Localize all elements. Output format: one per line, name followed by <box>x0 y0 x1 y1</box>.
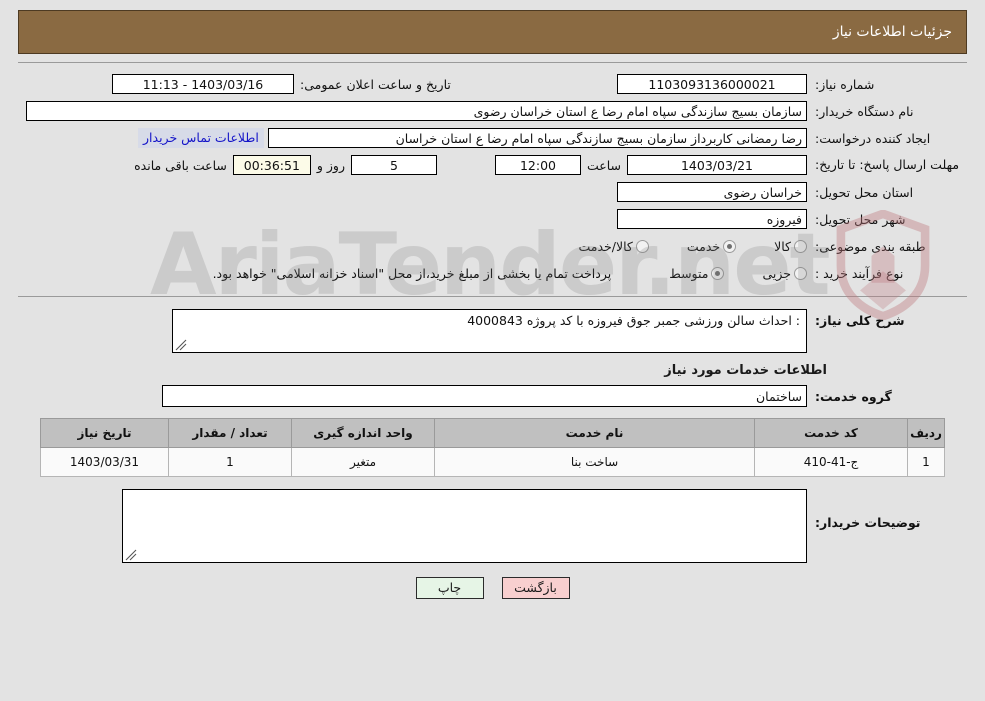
services-table-wrapper: ردیف کد خدمت نام خدمت واحد اندازه گیری ت… <box>40 418 945 477</box>
remaining-time-field[interactable]: 00:36:51 <box>232 155 311 175</box>
services-table: ردیف کد خدمت نام خدمت واحد اندازه گیری ت… <box>40 418 945 477</box>
cell-name: ساخت بنا <box>434 447 755 477</box>
city-field[interactable]: فیروزه <box>617 209 807 229</box>
creator-label: ایجاد کننده درخواست: <box>815 130 931 146</box>
cell-index: 1 <box>907 447 945 477</box>
buyer-notes-label: توضیحات خریدار: <box>815 515 921 530</box>
buyer-org-label: نام دستگاه خریدار: <box>815 103 914 119</box>
col-header-index: ردیف <box>907 418 945 448</box>
row-province: استان محل تحویل: خراسان رضوی <box>18 180 967 204</box>
col-header-date: تاریخ نیاز <box>40 418 169 448</box>
col-header-code: کد خدمت <box>754 418 908 448</box>
row-deadline: مهلت ارسال پاسخ: تا تاریخ: 1403/03/21 سا… <box>18 153 967 177</box>
remaining-days-field[interactable]: 5 <box>350 155 437 175</box>
buyer-notes-textarea[interactable] <box>122 489 807 563</box>
category-option-label: خدمت <box>686 238 721 254</box>
province-label: استان محل تحویل: <box>815 184 914 200</box>
cell-date: 1403/03/31 <box>40 447 169 477</box>
row-general-description: شرح کلی نیاز: : احداث سالن ورزشی جمبر جو… <box>18 309 967 353</box>
row-city: شهر محل تحویل: فیروزه <box>18 207 967 231</box>
row-service-group: گروه خدمت: ساختمان <box>18 384 967 408</box>
row-buyer-notes: توضیحات خریدار: <box>18 489 967 563</box>
buyer-org-field[interactable]: سازمان بسیج سازندگی سپاه امام رضا ع استا… <box>26 101 807 121</box>
col-header-name: نام خدمت <box>434 418 755 448</box>
radio-icon[interactable] <box>723 239 737 253</box>
cell-code: ج-41-410 <box>754 447 908 477</box>
creator-field[interactable]: رضا رمضانی کاربرداز سازمان بسیج سازندگی … <box>267 128 807 148</box>
back-button[interactable]: بازگشت <box>501 577 570 599</box>
row-buyer-org: نام دستگاه خریدار: سازمان بسیج سازندگی س… <box>18 99 967 123</box>
process-option-motavaset[interactable]: متوسط <box>669 265 725 281</box>
general-desc-label: شرح کلی نیاز: <box>815 313 905 328</box>
resize-grip-icon[interactable] <box>175 339 187 351</box>
category-label: طبقه بندی موضوعی: <box>815 238 926 254</box>
row-request-creator: ایجاد کننده درخواست: رضا رمضانی کاربرداز… <box>18 126 967 150</box>
buyer-contact-link[interactable]: اطلاعات تماس خریدار <box>138 128 264 148</box>
deadline-date-field[interactable]: 1403/03/21 <box>627 155 807 175</box>
city-label: شهر محل تحویل: <box>815 211 906 227</box>
resize-grip-icon[interactable] <box>125 549 137 561</box>
radio-icon[interactable] <box>635 239 649 253</box>
row-purchase-process: نوع فرآیند خرید : جزیی متوسط پرداخت تمام… <box>18 261 967 285</box>
col-header-qty: تعداد / مقدار <box>168 418 292 448</box>
col-header-unit: واحد اندازه گیری <box>291 418 435 448</box>
row-category: طبقه بندی موضوعی: کالا خدمت کالا/خدمت <box>18 234 967 258</box>
radio-icon[interactable] <box>794 266 807 280</box>
service-group-label: گروه خدمت: <box>815 388 892 404</box>
page-title: جزئیات اطلاعات نیاز <box>832 24 952 40</box>
process-radio-group: جزیی متوسط <box>633 266 807 281</box>
category-option-label: کالا/خدمت <box>578 238 633 254</box>
service-group-field[interactable]: ساختمان <box>162 385 807 407</box>
announce-label: تاریخ و ساعت اعلان عمومی: <box>300 76 451 92</box>
general-desc-value: : احداث سالن ورزشی جمبر جوق فیروزه با کد… <box>467 313 800 328</box>
process-label: نوع فرآیند خرید : <box>815 265 904 281</box>
deadline-label: مهلت ارسال پاسخ: تا تاریخ: <box>815 157 960 172</box>
category-radio-group: کالا خدمت کالا/خدمت <box>542 239 807 254</box>
radio-icon[interactable] <box>711 266 725 280</box>
services-section-heading: اطلاعات خدمات مورد نیاز <box>664 363 827 378</box>
category-option-kala[interactable]: کالا <box>774 239 807 254</box>
process-note: پرداخت تمام یا بخشی از مبلغ خرید،از محل … <box>212 265 612 281</box>
print-button[interactable]: چاپ <box>415 577 484 599</box>
province-field[interactable]: خراسان رضوی <box>617 182 807 202</box>
need-summary-panel: شماره نیاز: 1103093136000021 تاریخ و ساع… <box>18 62 967 297</box>
cell-qty: 1 <box>168 447 292 477</box>
table-header-row: ردیف کد خدمت نام خدمت واحد اندازه گیری ت… <box>40 418 945 448</box>
announce-datetime-field[interactable]: 1403/03/16 - 11:13 <box>112 74 294 94</box>
footer-actions: بازگشت چاپ <box>0 577 985 599</box>
process-option-label: جزیی <box>762 265 791 281</box>
cell-unit: متغیر <box>291 447 435 477</box>
category-option-label: کالا <box>774 238 791 254</box>
page-header: جزئیات اطلاعات نیاز <box>18 10 967 54</box>
row-need-number: شماره نیاز: 1103093136000021 تاریخ و ساع… <box>18 72 967 96</box>
deadline-hour-label: ساعت <box>586 157 621 173</box>
table-row[interactable]: 1 ج-41-410 ساخت بنا متغیر 1 1403/03/31 <box>40 447 945 477</box>
process-option-label: متوسط <box>669 265 709 281</box>
category-option-khedmat[interactable]: خدمت <box>686 238 737 254</box>
need-number-label: شماره نیاز: <box>815 76 875 92</box>
need-number-field[interactable]: 1103093136000021 <box>617 74 807 94</box>
category-option-kala-khedmat[interactable]: کالا/خدمت <box>578 238 649 254</box>
deadline-hour-field[interactable]: 12:00 <box>494 155 581 175</box>
remaining-time-label: ساعت باقی مانده <box>134 157 227 173</box>
remaining-days-label: روز و <box>316 157 345 173</box>
process-option-jozi[interactable]: جزیی <box>762 266 807 281</box>
radio-icon[interactable] <box>794 239 807 253</box>
general-desc-textarea[interactable]: : احداث سالن ورزشی جمبر جوق فیروزه با کد… <box>172 309 807 353</box>
